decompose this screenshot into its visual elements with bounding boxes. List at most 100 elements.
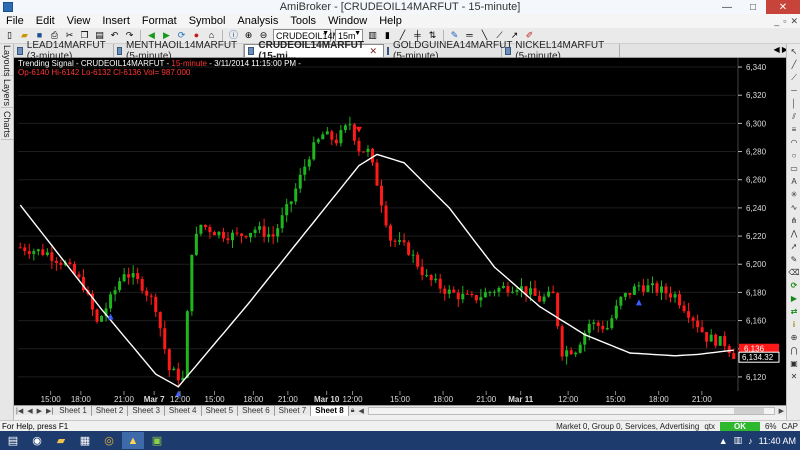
scrollbar-thumb[interactable] <box>733 407 764 414</box>
scroll-left-icon[interactable]: ◀ <box>356 407 365 415</box>
hline-tool-icon[interactable]: ─ <box>788 85 800 96</box>
rectangle-tool-icon[interactable]: ▭ <box>788 163 800 174</box>
clock[interactable]: 11:40 AM <box>759 436 796 446</box>
candle-body <box>258 226 262 230</box>
sheet-3[interactable]: Sheet 3 <box>128 405 165 416</box>
refresh-green-icon[interactable]: ⟳ <box>788 280 800 291</box>
sheet-last-icon[interactable]: ▶| <box>44 407 55 415</box>
channel-tool-icon[interactable]: ⫽ <box>788 111 800 122</box>
chart-canvas[interactable]: 6,1206,1406,1606,1806,2006,2206,2406,260… <box>14 58 786 405</box>
arrow-tool-icon[interactable]: ➚ <box>788 241 800 252</box>
candle-body <box>619 296 623 306</box>
chart-title: Trending Signal - CRUDEOIL14MARFUT - <box>18 59 172 68</box>
minimize-button[interactable]: — <box>714 0 740 14</box>
cycle-tool-icon[interactable]: ∿ <box>788 202 800 213</box>
mdi-close-icon[interactable]: ✕ <box>790 16 798 27</box>
candle-body <box>416 254 420 267</box>
candle-body <box>249 232 253 238</box>
chart-bar-icon[interactable]: ▥ <box>366 30 379 42</box>
close-button[interactable]: ✕ <box>766 0 800 14</box>
explorer-icon[interactable]: ▤ <box>2 432 24 449</box>
mdi-restore-icon[interactable]: ▫ <box>783 16 786 26</box>
sync-green-icon[interactable]: ⇄ <box>788 306 800 317</box>
vline-tool-icon[interactable]: │ <box>788 98 800 109</box>
trendline-tool-icon[interactable]: ╱ <box>788 59 800 70</box>
fibonacci-tool-icon[interactable]: ≡ <box>788 124 800 135</box>
sheet-5[interactable]: Sheet 5 <box>202 405 239 416</box>
text-tool-icon[interactable]: A <box>788 176 800 187</box>
candle-body <box>303 166 307 175</box>
tab-crudeoil14marfut[interactable]: CRUDEOIL14MARFUT (15-mi... ✕ <box>244 40 384 62</box>
new-file-icon[interactable]: ▯ <box>3 30 16 42</box>
candle-body <box>696 320 700 328</box>
candle-body <box>587 323 591 333</box>
menu-window[interactable]: Window <box>322 15 373 27</box>
side-tab-charts[interactable]: Charts <box>1 110 13 140</box>
tab-menthaoil14marfut[interactable]: MENTHAOIL14MARFUT (5-minute) <box>114 40 244 62</box>
tab-goldguinea14marfut[interactable]: GOLDGUINEA14MARFUT (5-minute) <box>384 40 512 62</box>
delete-icon[interactable]: ✕ <box>788 371 800 382</box>
side-tab-layouts[interactable]: Layouts <box>1 45 13 76</box>
pointer-icon[interactable]: ↖ <box>788 46 800 57</box>
price-chart[interactable]: 6,1206,1406,1606,1806,2006,2206,2406,260… <box>14 58 786 405</box>
app-green-icon[interactable]: ▣ <box>146 432 168 449</box>
eraser-tool-icon[interactable]: ⌫ <box>788 267 800 278</box>
info-yellow-icon[interactable]: i <box>788 319 800 330</box>
pitchfork-tool-icon[interactable]: ⋔ <box>788 215 800 226</box>
chrome-icon[interactable]: ◎ <box>98 432 120 449</box>
media-icon[interactable]: ◉ <box>26 432 48 449</box>
sheet-6[interactable]: Sheet 6 <box>238 405 275 416</box>
candle-body <box>411 254 415 256</box>
zoom-icon[interactable]: ⊕ <box>788 332 800 343</box>
sheet-7[interactable]: Sheet 7 <box>275 405 312 416</box>
price-tick-label: 6,240 <box>746 204 767 213</box>
volume-icon[interactable]: ♪ <box>748 436 753 446</box>
zigzag-tool-icon[interactable]: ⋀ <box>788 228 800 239</box>
tab-lead14marfut[interactable]: LEAD14MARFUT (3-minute) <box>14 40 114 62</box>
gann-tool-icon[interactable]: ✳ <box>788 189 800 200</box>
maximize-button[interactable]: □ <box>740 0 766 14</box>
menu-analysis[interactable]: Analysis <box>231 15 284 27</box>
candle-body <box>343 125 347 131</box>
circle-tool-icon[interactable]: ○ <box>788 150 800 161</box>
amibroker-taskbar-icon[interactable]: ▲ <box>122 432 144 449</box>
folder-icon[interactable]: ▰ <box>50 432 72 449</box>
tab-nickel14marfut[interactable]: NICKEL14MARFUT (5-minute) <box>502 40 620 62</box>
menu-edit[interactable]: Edit <box>30 15 61 27</box>
menu-format[interactable]: Format <box>136 15 183 27</box>
undo-icon[interactable]: ↶ <box>108 30 121 42</box>
candle-body <box>176 368 180 381</box>
close-tab-icon[interactable]: ✕ <box>369 46 377 57</box>
sheet-8[interactable]: Sheet 8 <box>311 405 349 416</box>
sheet-4[interactable]: Sheet 4 <box>165 405 202 416</box>
side-tab-layers[interactable]: Layers <box>1 78 13 108</box>
horizontal-scrollbar[interactable] <box>367 406 775 415</box>
sheet-2[interactable]: Sheet 2 <box>92 405 129 416</box>
network-icon[interactable]: ▥ <box>734 435 743 446</box>
menu-help[interactable]: Help <box>373 15 408 27</box>
sheet-next-icon[interactable]: ▶ <box>35 407 44 415</box>
tray-arrow-icon[interactable]: ▲ <box>719 436 728 446</box>
lock-icon[interactable]: ▣ <box>788 358 800 369</box>
menu-view[interactable]: View <box>61 15 97 27</box>
mdi-minimize-icon[interactable]: _ <box>774 16 779 26</box>
scroll-right-icon[interactable]: ▶ <box>777 407 786 415</box>
price-tick-label: 6,280 <box>746 148 767 157</box>
sheet-first-icon[interactable]: |◀ <box>14 407 25 415</box>
menu-symbol[interactable]: Symbol <box>183 15 232 27</box>
lock-sheet-icon[interactable]: 🔒︎ <box>349 407 357 415</box>
menu-insert[interactable]: Insert <box>96 15 136 27</box>
zoom-in-icon[interactable]: ⊕ <box>242 30 255 42</box>
magnet-icon[interactable]: ⋂ <box>788 345 800 356</box>
play-green-icon[interactable]: ▶ <box>788 293 800 304</box>
ray-tool-icon[interactable]: ⟋ <box>788 72 800 83</box>
arc-tool-icon[interactable]: ◠ <box>788 137 800 148</box>
sheet-1[interactable]: Sheet 1 <box>55 405 92 416</box>
calculator-icon[interactable]: ▦ <box>74 432 96 449</box>
candle-body <box>447 289 451 294</box>
sheet-prev-icon[interactable]: ◀ <box>25 407 34 415</box>
time-tick-label: 12:00 <box>170 395 191 404</box>
menu-tools[interactable]: Tools <box>284 15 322 27</box>
menu-file[interactable]: File <box>0 15 30 27</box>
pencil-tool-icon[interactable]: ✎ <box>788 254 800 265</box>
